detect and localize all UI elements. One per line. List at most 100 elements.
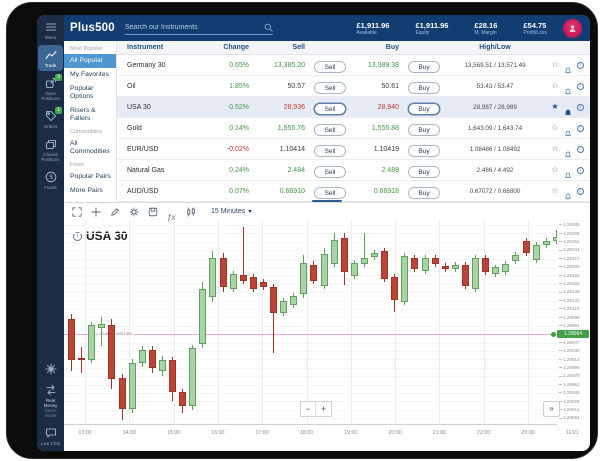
category-item-more-pairs[interactable]: More Pairs: [64, 184, 116, 198]
nav-item-live-chat[interactable]: Live Chat: [38, 423, 63, 449]
category-item-my-favorites[interactable]: My Favorites: [64, 68, 116, 82]
table-row-eur-usd[interactable]: EUR/USD-0.02%1.10414Sell1.10419Buy1.0848…: [117, 139, 590, 160]
expand-icon[interactable]: [72, 207, 82, 217]
category-item-risers-fallers[interactable]: Risers & Fallers: [64, 104, 116, 126]
alert-bell-icon[interactable]: [564, 187, 572, 195]
nav-item-trade[interactable]: Trade: [38, 45, 63, 71]
nav-item-theme[interactable]: [38, 359, 63, 378]
stat-label: Available: [357, 30, 390, 36]
sell-button[interactable]: Sell: [314, 82, 346, 94]
nav-item-closed-positions[interactable]: Closed Positions: [38, 134, 63, 165]
gear-icon[interactable]: [129, 207, 139, 217]
avatar[interactable]: [563, 19, 582, 38]
buy-button[interactable]: Buy: [408, 103, 440, 115]
candle-style-icon[interactable]: [186, 207, 196, 217]
collapse-chart-button[interactable]: »: [543, 401, 560, 417]
buy-button[interactable]: Buy: [408, 82, 440, 94]
alert-bell-icon[interactable]: [564, 103, 572, 111]
table-row-germany-30[interactable]: Germany 300.65%13,385.20Sell13,389.38Buy…: [117, 55, 590, 76]
info-icon[interactable]: i: [577, 104, 584, 111]
sell-price: 13,385.20: [253, 62, 309, 69]
pencil-icon[interactable]: [110, 207, 120, 217]
buy-price: 0.66918: [351, 188, 403, 195]
buy-button[interactable]: Buy: [408, 61, 440, 73]
sell-button[interactable]: Sell: [314, 124, 346, 136]
gridline-horizontal: [64, 343, 557, 344]
crosshair-icon[interactable]: [91, 207, 101, 217]
zoom-out-button[interactable]: −: [301, 402, 316, 416]
sell-button[interactable]: Sell: [314, 166, 346, 178]
sell-button[interactable]: Sell: [314, 145, 346, 157]
sell-button[interactable]: Sell: [314, 187, 346, 199]
buy-button[interactable]: Buy: [408, 145, 440, 157]
nav-item-menu[interactable]: Menu: [38, 17, 63, 43]
high-low-value: 0.67072 / 0.66800: [445, 188, 545, 195]
sell-button-cell: Sell: [309, 182, 351, 200]
table-row-oil[interactable]: Oil1.85%50.57Sell50.61Buy53.43 / 53.47☆i: [117, 76, 590, 97]
nav-item-funds[interactable]: $Funds: [38, 167, 63, 193]
sell-button[interactable]: Sell: [314, 61, 346, 73]
price-tick-label: 1.28928: [559, 399, 580, 404]
table-scrollbar[interactable]: [312, 200, 342, 203]
favorite-star-icon[interactable]: ☆: [551, 124, 558, 132]
category-item-all-commodities[interactable]: All Commodities: [64, 137, 116, 159]
alert-bell-icon[interactable]: [564, 124, 572, 132]
candle-body: [523, 241, 530, 252]
favorite-star-icon[interactable]: ☆: [551, 187, 558, 195]
candle-body: [512, 255, 519, 261]
buy-button[interactable]: Buy: [408, 187, 440, 199]
chart-zoom-controls: − +: [300, 401, 332, 417]
info-icon[interactable]: i: [577, 125, 584, 132]
price-tick-label: 1.29200: [559, 264, 580, 269]
zoom-in-button[interactable]: +: [316, 402, 331, 416]
favorite-star-icon[interactable]: ☆: [551, 61, 558, 69]
nav-item-label: Orders: [44, 124, 58, 129]
nav-item-label: Real Money: [39, 398, 62, 408]
favorite-star-icon[interactable]: ★: [551, 103, 558, 111]
save-icon[interactable]: [148, 207, 158, 217]
gridline-horizontal: [64, 385, 557, 386]
category-item-all-popular[interactable]: All Popular: [64, 54, 116, 68]
alert-bell-icon[interactable]: [564, 82, 572, 90]
info-icon[interactable]: i: [577, 83, 584, 90]
account-stat-4: £54.75Profit/Loss: [523, 21, 547, 36]
info-icon[interactable]: i: [577, 62, 584, 69]
candle-body: [543, 241, 550, 245]
candle-body: [139, 350, 146, 363]
fx-indicators-icon[interactable]: ƒx: [167, 207, 177, 217]
favorite-star-icon[interactable]: ☆: [551, 145, 558, 153]
nav-item-orders[interactable]: 1Orders: [38, 106, 63, 132]
category-section-header: Forex: [64, 159, 116, 170]
price-tick-label: 1.29251: [559, 239, 580, 244]
info-icon[interactable]: i: [577, 188, 584, 195]
category-item-popular-pairs[interactable]: Popular Pairs: [64, 170, 116, 184]
table-row-gold[interactable]: Gold0.14%1,555.76Sell1,555.88Buy1,643.09…: [117, 118, 590, 139]
sell-button[interactable]: Sell: [314, 103, 346, 115]
favorite-star-icon[interactable]: ☆: [551, 166, 558, 174]
table-row-usa-30[interactable]: USA 300.52%28,936Sell28,940Buy28,987 / 2…: [117, 97, 590, 118]
buy-button-cell: Buy: [403, 161, 445, 179]
buy-button[interactable]: Buy: [408, 124, 440, 136]
candle-body: [250, 277, 257, 288]
alert-bell-icon[interactable]: [564, 145, 572, 153]
table-row-aud-usd[interactable]: AUD/USD0.07%0.66910Sell0.66918Buy0.67072…: [117, 181, 590, 202]
info-icon[interactable]: i: [577, 167, 584, 174]
info-icon[interactable]: i: [577, 146, 584, 153]
search-bar[interactable]: Search our Instruments: [125, 21, 273, 35]
timeframe-selector[interactable]: 15 Minutes: [211, 208, 252, 215]
alert-bell-icon[interactable]: [564, 166, 572, 174]
nav-item-open-positions[interactable]: 3Open Positions: [38, 73, 63, 104]
chart-plot[interactable]: i USA 30 Current sell rate: [64, 220, 557, 425]
category-item-popular-options[interactable]: Popular Options: [64, 82, 116, 104]
buy-price: 2.488: [351, 167, 403, 174]
candle-body: [401, 256, 408, 302]
alert-bell-icon[interactable]: [564, 61, 572, 69]
table-header-cell: Buy: [351, 44, 403, 51]
timeframe-label: 15 Minutes: [211, 208, 245, 215]
buy-button[interactable]: Buy: [408, 166, 440, 178]
nav-item-account-mode[interactable]: Real MoneyDemo Mode: [38, 380, 63, 421]
favorite-star-icon[interactable]: ☆: [551, 82, 558, 90]
table-row-natural-gas[interactable]: Natural Gas0.24%2.484Sell2.488Buy2.486 /…: [117, 160, 590, 181]
candle-body: [209, 258, 216, 298]
price-tick-label: 1.29285: [559, 222, 580, 227]
